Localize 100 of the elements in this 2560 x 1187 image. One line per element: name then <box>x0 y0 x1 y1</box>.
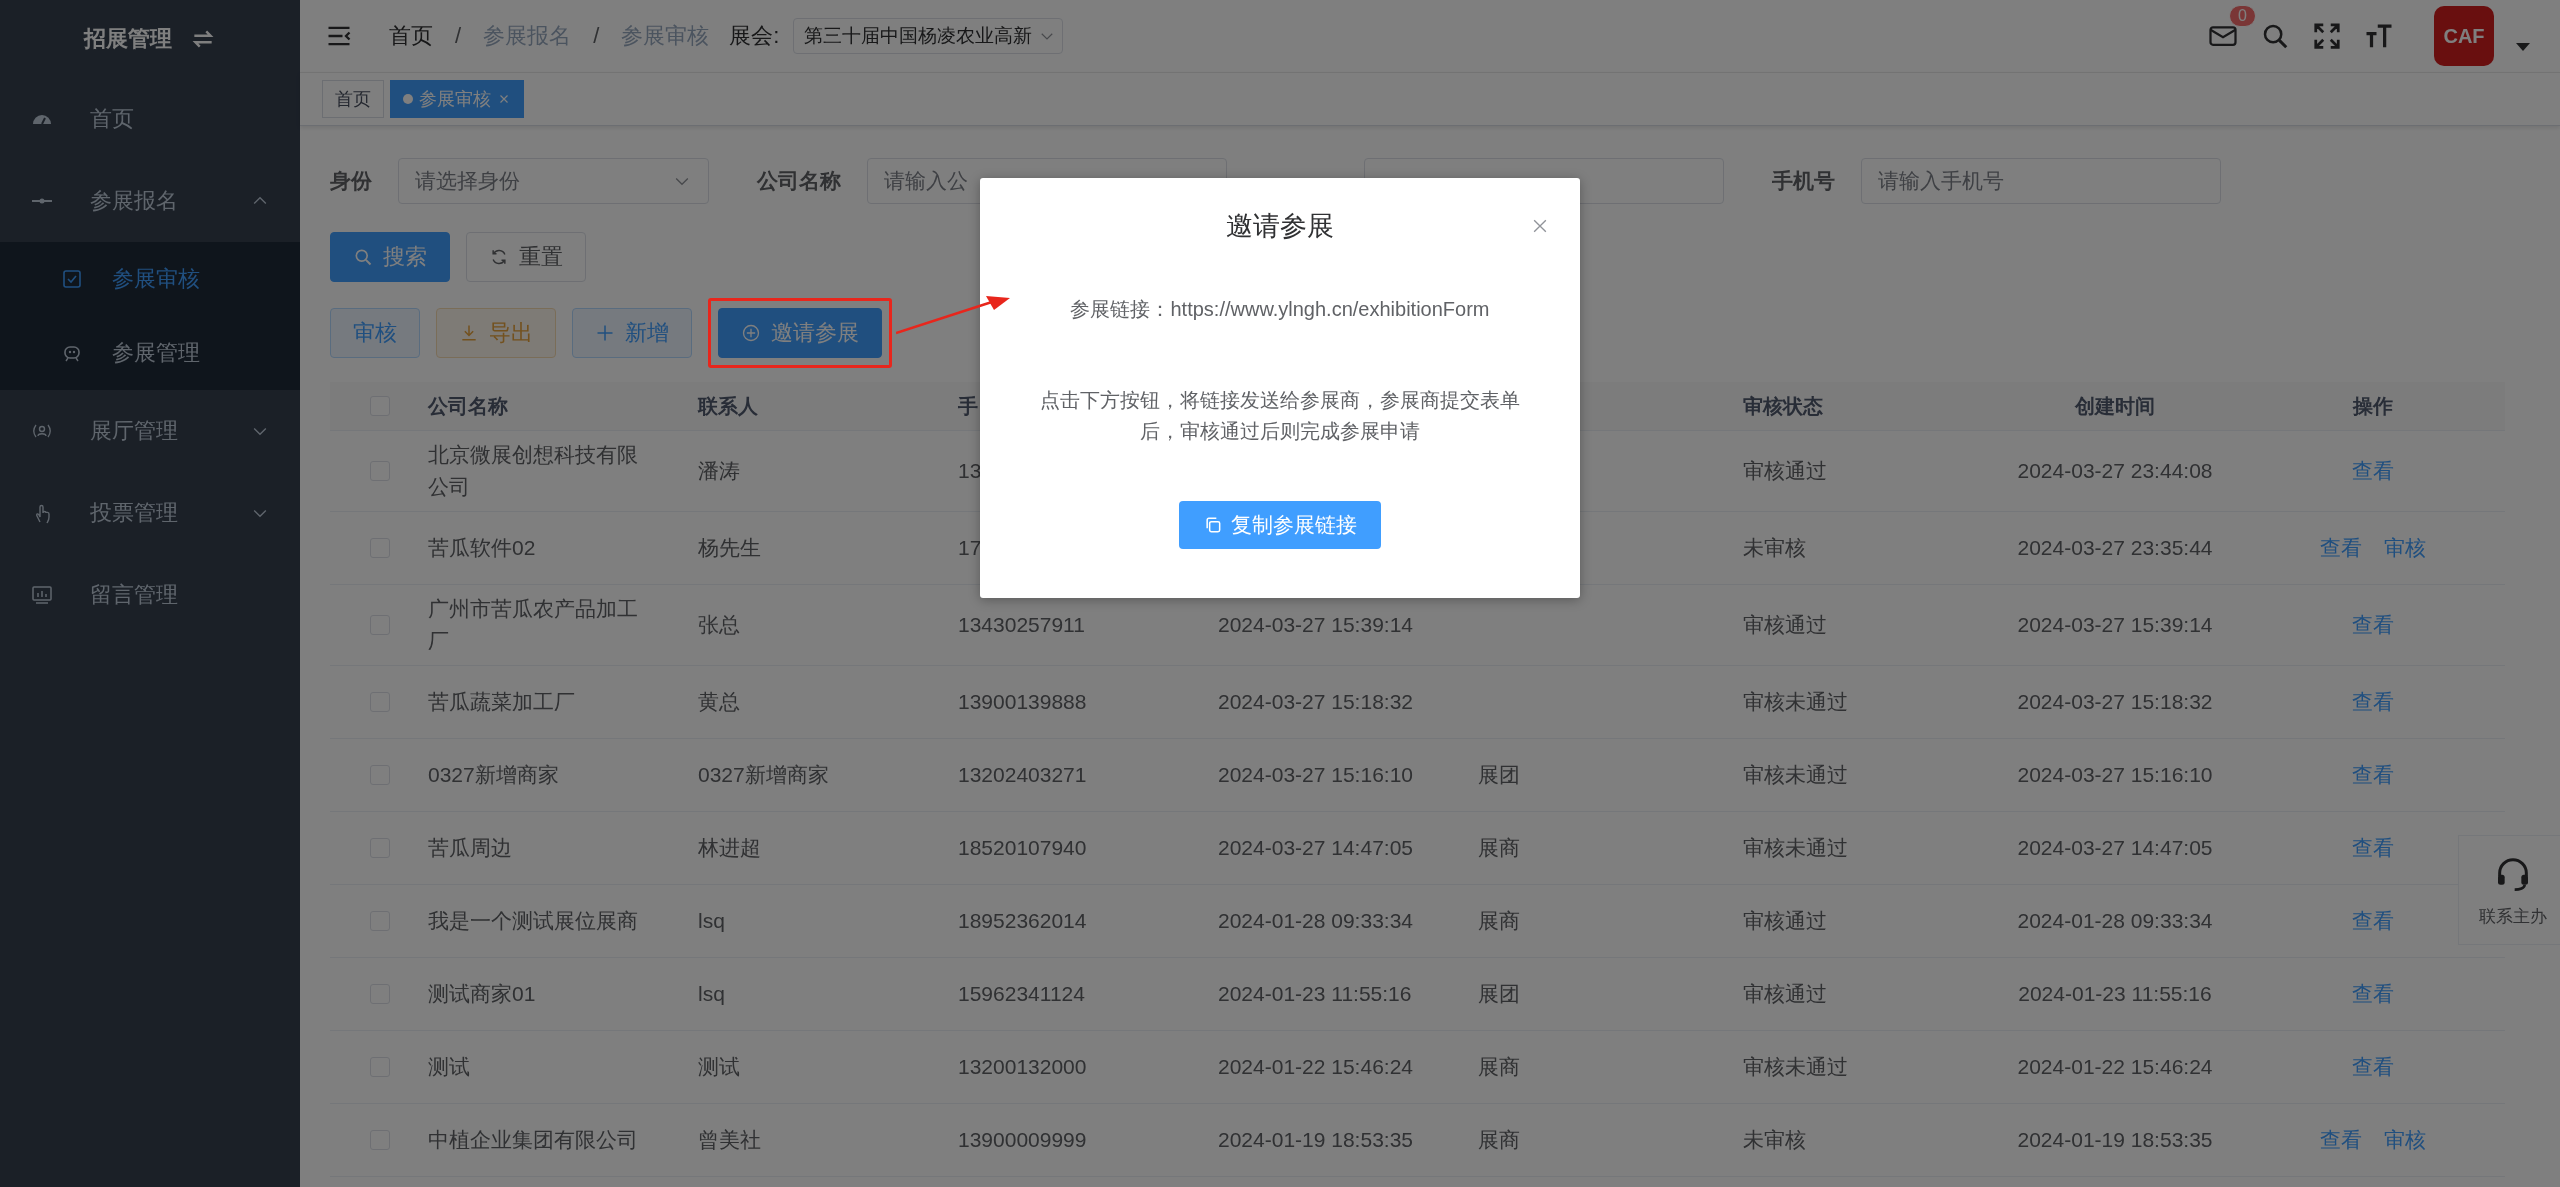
table-cell: 审核通过 <box>1743 613 1827 636</box>
table-cell: 展商 <box>1478 1055 1520 1078</box>
table-cell: 17 <box>958 536 982 559</box>
exhibition-label: 展会: <box>729 22 780 50</box>
help-widget[interactable]: 联系主办 <box>2458 835 2560 945</box>
sidebar-item[interactable]: 参展报名 <box>0 160 300 242</box>
table-cell: 审核未通过 <box>1743 1055 1848 1078</box>
table-cell: 曾美社 <box>698 1128 761 1151</box>
row-link[interactable]: 查看 <box>2351 905 2394 937</box>
table-cell-text: 苦瓜蔬菜加工厂 <box>428 689 576 715</box>
table-cell: 黄总 <box>698 690 740 713</box>
table-cell-text: 0327新增商家 <box>428 762 560 788</box>
search-button[interactable]: 搜索 <box>330 232 450 282</box>
table-cell: 测试 <box>698 1055 740 1078</box>
breadcrumb-link[interactable]: 首页 <box>389 21 433 51</box>
table-cell: 13430257911 <box>958 613 1085 636</box>
row-link[interactable]: 查看 <box>2351 978 2394 1010</box>
sidebar-item[interactable]: 首页 <box>0 78 300 160</box>
table-cell: 展商 <box>1478 1128 1520 1151</box>
avatar-logo[interactable]: CAF <box>2434 6 2494 66</box>
row-link[interactable]: 审核 <box>2383 1124 2426 1156</box>
action-button[interactable]: 导出 <box>436 308 556 358</box>
column-header: 联系人 <box>698 395 758 417</box>
table-cell: 2024-01-23 11:55:16 <box>1218 982 1412 1005</box>
plus-circle-icon <box>741 323 761 343</box>
table-cell: 审核未通过 <box>1743 836 1848 859</box>
caret-icon[interactable] <box>2516 43 2530 51</box>
table-cell: lsq <box>698 982 725 1005</box>
action-button[interactable]: 新增 <box>572 308 692 358</box>
table-cell: 展商 <box>1478 836 1520 859</box>
table-cell: 未审核 <box>1743 1128 1806 1151</box>
page-tab[interactable]: 首页 <box>322 80 384 118</box>
table-cell-text: 我是一个测试展位展商 <box>428 908 639 934</box>
input-field[interactable]: 请输入手机号 <box>1861 158 2221 204</box>
sidebar-item[interactable]: 留言管理 <box>0 554 300 636</box>
column-header: 操作 <box>2352 395 2393 417</box>
table-cell: 潘涛 <box>698 459 740 482</box>
table-cell: 未审核 <box>1743 536 1806 559</box>
dialog-title: 邀请参展 <box>1226 210 1334 243</box>
row-link[interactable]: 查看 <box>2319 1124 2362 1156</box>
row-link[interactable]: 审核 <box>2383 532 2426 564</box>
field-label: 手机号 <box>1772 168 1835 194</box>
field-label: 身份 <box>330 168 372 194</box>
table-cell: 2024-03-27 15:39:14 <box>1218 613 1413 636</box>
sidebar-item[interactable]: 展厅管理 <box>0 390 300 472</box>
table-cell: 2024-01-19 18:53:35 <box>1218 1128 1413 1151</box>
table-cell: 审核通过 <box>1743 909 1827 932</box>
action-button[interactable]: 审核 <box>330 308 420 358</box>
table-cell: 2024-01-22 15:46:24 <box>2017 1055 2213 1078</box>
field-label: 公司名称 <box>757 168 841 194</box>
table-cell: 13202403271 <box>958 763 1087 786</box>
sidebar-item[interactable]: 参展审核 <box>0 242 300 316</box>
table-cell: 2024-03-27 23:35:44 <box>2017 536 2213 559</box>
row-link[interactable]: 查看 <box>2351 832 2394 864</box>
table-cell: 杨先生 <box>698 536 761 559</box>
table-cell: 2024-03-27 15:18:32 <box>1218 690 1413 713</box>
fullscreen-icon[interactable] <box>2312 21 2342 51</box>
table-cell: 2024-03-27 15:16:10 <box>2017 763 2213 786</box>
table-cell: 林进超 <box>698 836 761 859</box>
breadcrumb-separator: / <box>455 23 462 49</box>
table-cell: 2024-03-27 14:47:05 <box>2017 836 2213 859</box>
table-cell: 13900139888 <box>958 690 1087 713</box>
table-cell-text: 测试 <box>428 1054 471 1080</box>
table-cell: 18520107940 <box>958 836 1087 859</box>
sidebar-item[interactable]: 投票管理 <box>0 472 300 554</box>
select-field[interactable]: 请选择身份 <box>398 158 709 204</box>
table-cell: 15962341124 <box>958 982 1085 1005</box>
table-cell: 审核未通过 <box>1743 690 1848 713</box>
table-cell: 展商 <box>1478 909 1520 932</box>
table-cell: 2024-03-27 15:39:14 <box>2017 613 2213 636</box>
reset-button[interactable]: 重置 <box>466 232 586 282</box>
sidebar-item[interactable]: 参展管理 <box>0 316 300 390</box>
copy-icon <box>1203 515 1223 535</box>
row-link[interactable]: 查看 <box>2351 609 2394 641</box>
table-cell: 2024-03-27 15:16:10 <box>1218 763 1413 786</box>
table-cell-text: 苦瓜周边 <box>428 835 513 861</box>
table-cell: 张总 <box>698 613 740 636</box>
table-cell: 2024-01-19 18:53:35 <box>2017 1128 2213 1151</box>
row-link[interactable]: 查看 <box>2351 686 2394 718</box>
row-link[interactable]: 查看 <box>2351 1051 2394 1083</box>
row-link[interactable]: 查看 <box>2319 532 2362 564</box>
column-header: 创建时间 <box>2075 395 2155 417</box>
table-cell-text: 北京微展创想科技有限公司 <box>428 442 639 500</box>
checkbox-icon <box>60 267 84 291</box>
table-cell: 0327新增商家 <box>698 763 829 786</box>
column-header: 审核状态 <box>1743 395 1823 417</box>
table-cell: 2024-03-27 15:18:32 <box>2017 690 2213 713</box>
column-header: 公司名称 <box>428 395 508 417</box>
table-cell: 审核通过 <box>1743 982 1827 1005</box>
exhibition-select[interactable]: 第三十届中国杨凌农业高新 <box>793 18 1064 54</box>
page-tab[interactable]: 参展审核 <box>390 80 524 118</box>
table-cell: 13900009999 <box>958 1128 1087 1151</box>
table-cell: 13200132000 <box>958 1055 1087 1078</box>
action-button[interactable]: 邀请参展 <box>718 308 882 358</box>
row-link[interactable]: 查看 <box>2351 759 2394 791</box>
copy-link-button[interactable]: 复制参展链接 <box>1179 501 1381 549</box>
table-cell: 审核未通过 <box>1743 763 1848 786</box>
table-cell: 展团 <box>1478 763 1520 786</box>
row-link[interactable]: 查看 <box>2351 455 2394 487</box>
table-cell-text: 中植企业集团有限公司 <box>428 1127 639 1153</box>
